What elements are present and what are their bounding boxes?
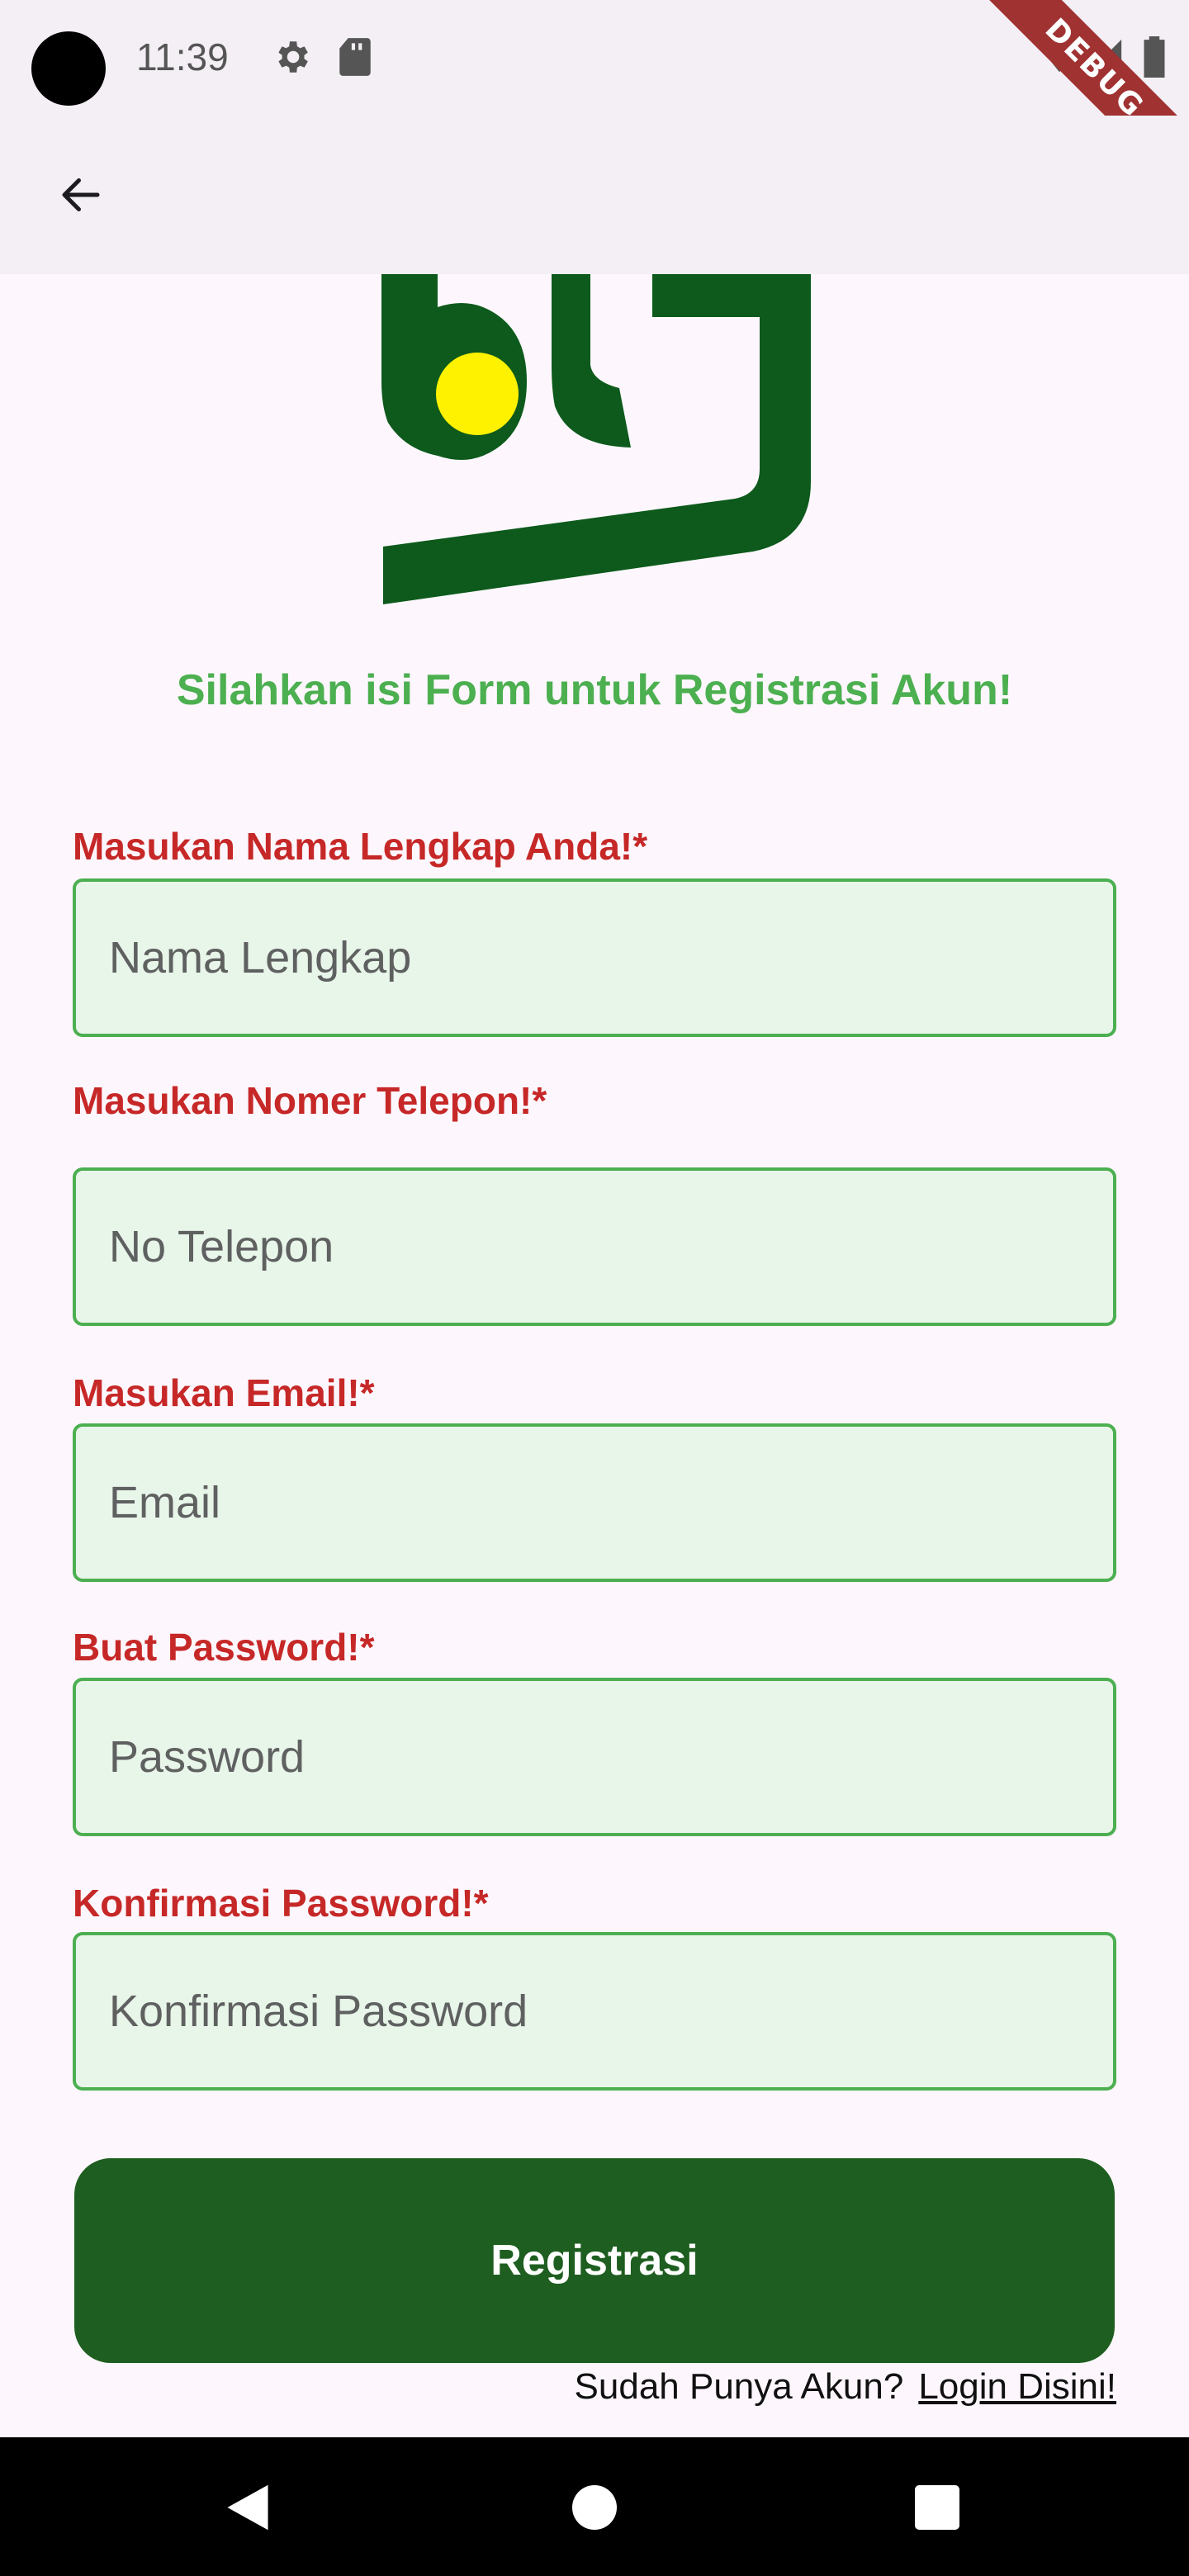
system-navigation-bar (0, 2437, 1189, 2576)
confirm-password-input[interactable] (73, 1932, 1116, 2091)
email-label: Masukan Email!* (73, 1371, 375, 1414)
login-prompt-text: Sudah Punya Akun? (574, 2366, 904, 2407)
settings-icon (278, 41, 308, 73)
confirm-password-label: Konfirmasi Password!* (73, 1882, 489, 1925)
email-input[interactable] (73, 1423, 1116, 1582)
full-name-input[interactable] (73, 878, 1116, 1037)
btj-logo (381, 274, 811, 604)
battery-icon (1144, 36, 1165, 78)
nav-recents-icon (915, 2485, 959, 2530)
phone-label: Masukan Nomer Telepon!* (73, 1079, 547, 1122)
nav-home-icon (572, 2485, 617, 2530)
full-name-label: Masukan Nama Lengkap Anda!* (73, 825, 648, 868)
register-button[interactable]: Registrasi (74, 2158, 1115, 2363)
password-label: Buat Password!* (73, 1626, 375, 1669)
status-time: 11:39 (136, 36, 229, 78)
nav-back-icon (227, 2484, 268, 2531)
login-prompt-row: Sudah Punya Akun? Login Disini! (575, 2366, 1116, 2408)
nav-back-button[interactable] (219, 2479, 277, 2536)
nav-recents-button[interactable] (908, 2479, 966, 2536)
form-headline: Silahkan isi Form untuk Registrasi Akun! (176, 666, 1013, 714)
phone-input[interactable] (73, 1167, 1116, 1326)
back-arrow-icon (62, 178, 100, 211)
back-button[interactable] (40, 154, 122, 236)
nav-home-button[interactable] (566, 2479, 623, 2536)
app-bar (0, 116, 1189, 274)
sd-card-icon (339, 38, 371, 76)
camera-cutout (31, 31, 106, 106)
password-input[interactable] (73, 1678, 1116, 1836)
login-link[interactable]: Login Disini! (918, 2366, 1116, 2408)
